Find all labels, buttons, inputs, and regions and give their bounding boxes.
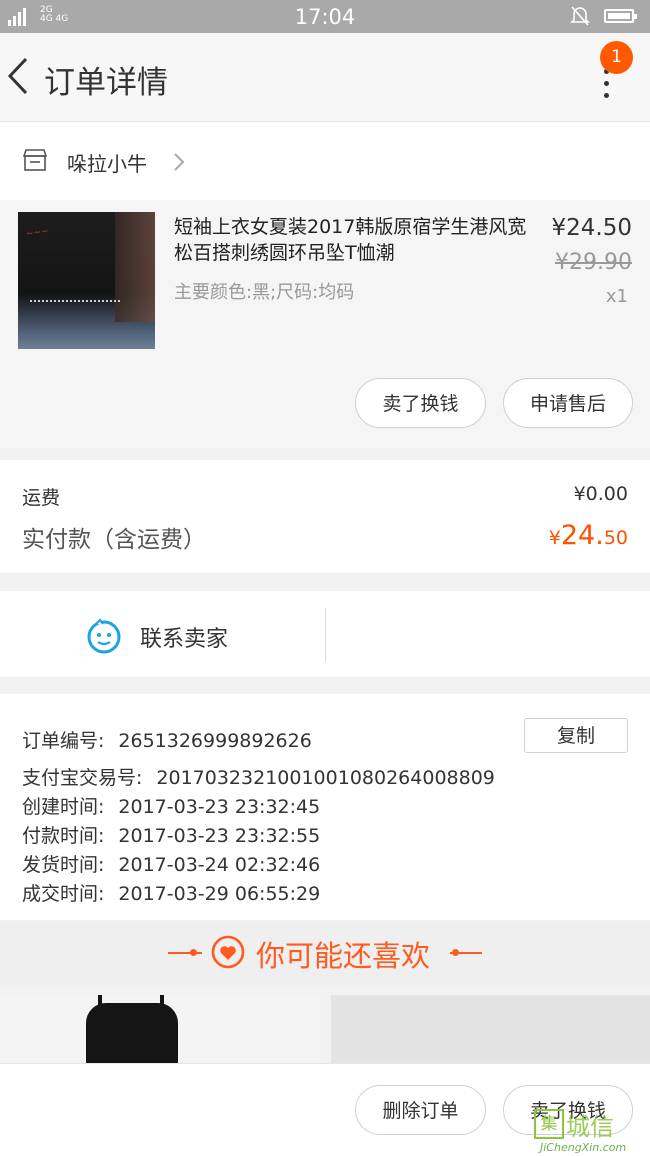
- product-sku: 主要颜色:黑;尺码:均码: [174, 282, 355, 303]
- product-price: ¥24.50: [551, 215, 632, 241]
- clock: 17:04: [294, 5, 356, 29]
- shop-name: 哚拉小牛: [67, 152, 147, 176]
- recommend-card[interactable]: [0, 995, 319, 1065]
- contact-seller-label: 联系卖家: [140, 627, 229, 652]
- product-quantity: x1: [605, 286, 628, 307]
- order-info: 订单编号: 2651326999892626 复制 支付宝交易号: 20170323…: [0, 694, 650, 920]
- contact-seller-button[interactable]: 联系卖家: [0, 591, 325, 677]
- chevron-right-icon: [172, 152, 186, 172]
- shop-row[interactable]: 哚拉小牛: [0, 122, 650, 200]
- shipping-value: ¥0.00: [573, 483, 628, 505]
- product-original-price: ¥29.90: [555, 250, 632, 275]
- delete-order-button[interactable]: 删除订单: [355, 1085, 486, 1135]
- recommend-header: 你可能还喜欢: [0, 921, 650, 985]
- paid-label: 实付款（含运费）: [22, 527, 206, 553]
- order-item[interactable]: ~~~ 短袖上衣女夏装2017韩版原宿学生港风宽松百搭刺绣圆环吊坠T恤潮 主要颜…: [0, 200, 650, 448]
- paid-amount: ¥24.50: [548, 520, 628, 551]
- product-title: 短袖上衣女夏装2017韩版原宿学生港风宽松百搭刺绣圆环吊坠T恤潮: [174, 216, 527, 264]
- watermark: 集 城信 JiChengXin.com: [532, 1107, 650, 1155]
- product-image[interactable]: ~~~: [18, 212, 155, 349]
- shop-icon: [22, 149, 48, 171]
- copy-button[interactable]: 复制: [524, 718, 628, 753]
- product-image-print: ~~~: [25, 226, 50, 240]
- battery-icon: [604, 9, 637, 23]
- created-time-row: 创建时间: 2017-03-23 23:32:45: [22, 796, 321, 818]
- page-title: 订单详情: [44, 65, 168, 101]
- paid-time-row: 付款时间: 2017-03-23 23:32:55: [22, 825, 321, 847]
- apply-aftersale-button[interactable]: 申请售后: [503, 378, 633, 428]
- heart-icon: [211, 935, 245, 969]
- bell-muted-icon: [570, 5, 590, 32]
- sell-for-cash-button[interactable]: 卖了换钱: [355, 378, 486, 428]
- status-bar: 2G 4G 4G 17:04: [0, 0, 650, 33]
- shipping-label: 运费: [22, 487, 61, 509]
- header: 订单详情 1: [0, 33, 650, 122]
- divider: [325, 608, 326, 662]
- shipped-time-row: 发货时间: 2017-03-24 02:32:46: [22, 854, 321, 876]
- completed-time-row: 成交时间: 2017-03-29 06:55:29: [22, 883, 321, 905]
- recommend-card[interactable]: [331, 995, 650, 1065]
- contact-bar: 联系卖家: [0, 591, 650, 677]
- notification-badge: 1: [600, 41, 633, 74]
- recommend-title: 你可能还喜欢: [256, 939, 431, 973]
- order-number-row: 订单编号: 2651326999892626: [22, 730, 312, 752]
- fee-summary: 运费 ¥0.00 实付款（含运费） ¥24.50: [0, 460, 650, 573]
- recommend-product-image: [86, 1003, 178, 1065]
- alipay-trade-row: 支付宝交易号: 2017032321001001080264008809: [22, 767, 495, 789]
- back-arrow-icon[interactable]: [4, 53, 34, 99]
- chat-face-icon: [86, 618, 122, 654]
